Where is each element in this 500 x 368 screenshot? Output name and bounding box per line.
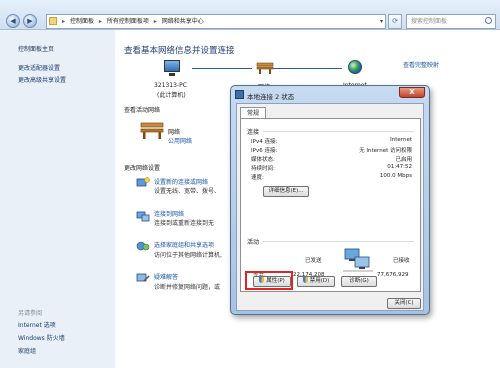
address-bar-region: ◀ ▶ ▸ 控制面板 ▸ 所有控制面板项 ▸ 网络和共享中心 ▾ ⟳ 搜索控制面… <box>0 0 500 30</box>
address-field[interactable]: ▸ 控制面板 ▸ 所有控制面板项 ▸ 网络和共享中心 ▾ <box>46 14 386 29</box>
search-input[interactable]: 搜索控制面板 <box>406 14 496 29</box>
connection-line <box>272 68 342 69</box>
ipv6-label: IPv6 连接: <box>251 148 278 154</box>
view-full-map-link[interactable]: 查看完整映射 <box>403 60 439 69</box>
troubleshoot-icon <box>136 273 150 282</box>
setup-new-connection-desc: 设置无线、宽带、拨号、 <box>154 188 221 195</box>
ipv4-label: IPv4 连接: <box>251 139 278 145</box>
bench-network-icon <box>256 62 274 74</box>
sent-label: 已发送 <box>305 258 322 264</box>
breadcrumb-item-network-center[interactable]: 网络和共享中心 <box>162 18 204 25</box>
ipv6-value: 无 Internet 访问权限 <box>359 148 412 154</box>
search-placeholder: 搜索控制面板 <box>411 18 448 25</box>
speed-label: 速度: <box>251 175 264 181</box>
duration-label: 持续时间: <box>251 166 275 172</box>
speed-value: 100.0 Mbps <box>379 173 412 179</box>
diagnose-button[interactable]: 诊断(G) <box>341 276 377 287</box>
windows-firewall-link[interactable]: Windows 防火墙 <box>18 333 65 342</box>
computer-name: 321313-PC <box>154 82 187 89</box>
breadcrumb-separator-icon: ▸ <box>153 18 157 25</box>
close-button[interactable]: 关闭(C) <box>387 298 421 309</box>
troubleshoot-desc: 诊断并修复网络问题，或 <box>154 284 221 291</box>
breadcrumb-item-all-items[interactable]: 所有控制面板项 <box>107 18 149 25</box>
breadcrumb-separator-icon: ▸ <box>62 18 66 25</box>
group-divider <box>263 131 414 132</box>
troubleshoot-link[interactable]: 疑难解答 <box>154 272 178 281</box>
homegroup-link[interactable]: 家庭组 <box>18 346 36 355</box>
active-networks-heading: 查看活动网络 <box>124 107 161 114</box>
control-panel-home-link[interactable]: 控制面板主页 <box>18 44 54 53</box>
bench-network-icon <box>140 122 164 139</box>
network-adapter-icon <box>235 90 244 99</box>
homegroup-icon <box>136 241 150 251</box>
change-sharing-settings-link[interactable]: 更改高级共享设置 <box>18 75 66 84</box>
media-state-label: 媒体状态: <box>251 157 275 163</box>
internet-options-link[interactable]: Internet 选项 <box>18 320 56 329</box>
dialog-title: 本地连接 2 状态 <box>247 93 295 101</box>
received-label: 已接收 <box>393 258 410 264</box>
chevron-down-icon[interactable]: ▾ <box>380 15 383 28</box>
computer-icon <box>164 60 180 76</box>
activity-group-label: 活动 <box>247 239 260 246</box>
connect-to-network-link[interactable]: 连接到网络 <box>154 209 184 218</box>
homegroup-sharing-link[interactable]: 选择家庭组和共享选项 <box>154 240 214 249</box>
globe-icon <box>348 60 362 74</box>
bytes-received-value: 77,676,929 <box>377 272 409 278</box>
computer-subtitle: (此计算机) <box>157 92 186 99</box>
change-adapter-settings-link[interactable]: 更改适配器设置 <box>18 63 60 72</box>
duration-value: 01:47:52 <box>387 164 412 170</box>
new-connection-icon <box>136 177 150 187</box>
connect-to-network-desc: 连接到或重新连接到无 <box>154 220 215 227</box>
homegroup-sharing-desc: 访问位于其他网络计算机, <box>154 252 222 259</box>
see-also-heading: 另请参阅 <box>18 310 43 317</box>
change-settings-heading: 更改网络设置 <box>124 165 161 172</box>
forward-button[interactable]: ▶ <box>23 14 37 28</box>
uac-shield-icon <box>302 277 308 283</box>
folder-icon <box>49 17 57 25</box>
setup-new-connection-link[interactable]: 设置新的连接或网络 <box>154 177 208 186</box>
back-button[interactable]: ◀ <box>6 14 20 28</box>
general-tab-panel: 连接 IPv4 连接: Internet IPv6 连接: 无 Internet… <box>240 118 421 292</box>
search-icon[interactable] <box>485 17 492 24</box>
close-icon[interactable]: X <box>399 87 425 98</box>
refresh-button[interactable]: ⟳ <box>388 14 402 29</box>
active-network-name: 网络 <box>168 129 181 136</box>
breadcrumb-item-control-panel[interactable]: 控制面板 <box>70 18 94 25</box>
ipv4-value: Internet <box>390 137 412 143</box>
active-network-type-link[interactable]: 公用网络 <box>168 136 192 145</box>
details-button[interactable]: 详细信息(E)... <box>263 186 309 197</box>
left-task-pane: 控制面板主页 更改适配器设置 更改高级共享设置 另请参阅 Internet 选项… <box>0 30 115 368</box>
connect-network-icon <box>136 211 150 222</box>
connection-line <box>192 68 252 69</box>
group-divider <box>263 241 414 242</box>
properties-highlight-box <box>245 271 293 290</box>
connection-group-label: 连接 <box>247 129 260 136</box>
disable-label: 禁用(D) <box>309 278 330 284</box>
media-state-value: 已启用 <box>395 157 412 163</box>
breadcrumb-separator-icon: ▸ <box>98 18 102 25</box>
disable-button[interactable]: 禁用(D) <box>297 276 335 287</box>
page-title: 查看基本网络信息并设置连接 <box>124 46 235 56</box>
network-activity-icon <box>343 248 373 272</box>
